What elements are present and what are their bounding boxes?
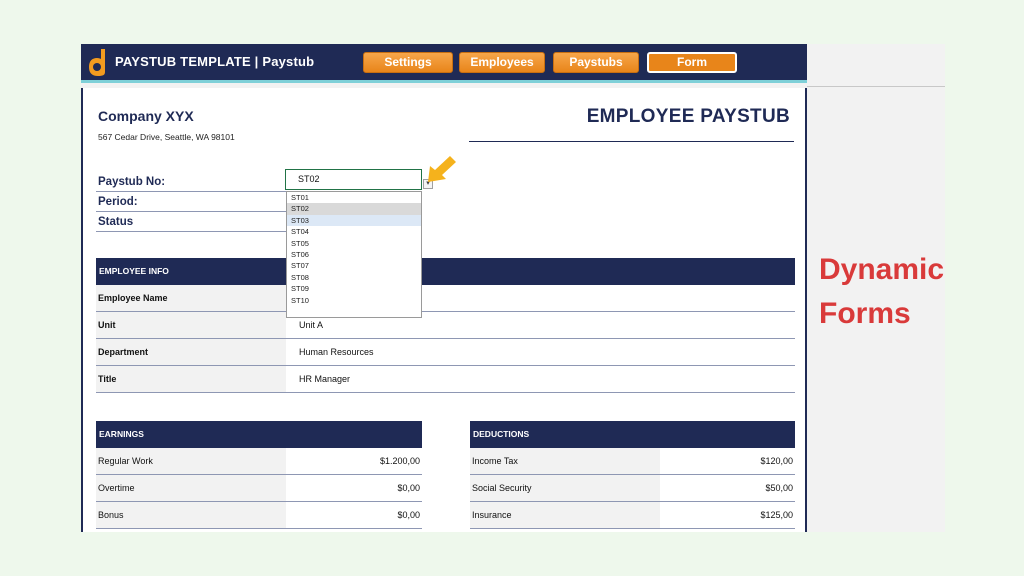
dropdown-option[interactable]: ST10: [287, 295, 421, 306]
row-label: Overtime: [96, 475, 286, 501]
divider: [807, 86, 945, 87]
table-row: Overtime $0,00: [96, 475, 422, 502]
table-row: Social Security $50,00: [470, 475, 795, 502]
title-underline: [469, 141, 794, 142]
form-button[interactable]: Form: [647, 52, 737, 73]
employees-button[interactable]: Employees: [459, 52, 545, 73]
paystub-no-input[interactable]: ST02: [285, 169, 422, 190]
dropdown-option[interactable]: ST07: [287, 260, 421, 271]
settings-button[interactable]: Settings: [363, 52, 453, 73]
table-row: Bonus $0,00: [96, 502, 422, 529]
table-row: Employee Name: [96, 285, 795, 312]
paystubs-button[interactable]: Paystubs: [553, 52, 639, 73]
paystub-form: Company XYX 567 Cedar Drive, Seattle, WA…: [81, 88, 807, 532]
logo-icon: [89, 49, 105, 76]
row-label: Income Tax: [470, 448, 660, 474]
document-title: EMPLOYEE PAYSTUB: [586, 106, 790, 127]
table-row: Insurance $125,00: [470, 502, 795, 529]
dropdown-option[interactable]: ST05: [287, 238, 421, 249]
paystub-no-label: Paystub No:: [98, 176, 166, 188]
period-label: Period:: [98, 196, 138, 208]
row-value[interactable]: Human Resources: [299, 339, 374, 365]
app-title: PAYSTUB TEMPLATE | Paystub: [115, 54, 315, 69]
row-value[interactable]: $120,00: [760, 448, 793, 474]
dropdown-option[interactable]: ST02: [287, 203, 421, 215]
row-value[interactable]: $1.200,00: [380, 448, 420, 474]
company-name: Company XYX: [98, 108, 194, 124]
header-accent-line: [81, 80, 807, 83]
spreadsheet-area: PAYSTUB TEMPLATE | Paystub Settings Empl…: [81, 44, 945, 532]
dropdown-option[interactable]: ST03: [287, 214, 421, 227]
paystub-dropdown-list[interactable]: ST01 ST02 ST03 ST04 ST05 ST06 ST07 ST08 …: [286, 191, 422, 318]
dropdown-option[interactable]: ST09: [287, 283, 421, 294]
dropdown-option[interactable]: ST04: [287, 226, 421, 237]
arrow-pointer-icon: [428, 156, 456, 182]
table-row: Regular Work $1.200,00: [96, 448, 422, 475]
row-value[interactable]: $0,00: [397, 502, 420, 528]
side-caption-line: Dynamic: [819, 253, 945, 286]
row-value[interactable]: $50,00: [765, 475, 793, 501]
row-label: Insurance: [470, 502, 660, 528]
side-caption-line: Forms: [819, 297, 911, 330]
table-row: Title HR Manager: [96, 366, 795, 393]
status-label: Status: [98, 216, 134, 228]
row-label: Social Security: [470, 475, 660, 501]
company-address: 567 Cedar Drive, Seattle, WA 98101: [98, 132, 235, 142]
table-row: Unit Unit A: [96, 312, 795, 339]
row-label: Department: [96, 339, 286, 365]
row-label: Title: [96, 366, 286, 392]
row-label: Regular Work: [96, 448, 286, 474]
row-label: Unit: [96, 312, 286, 338]
side-caption: Dynamic Forms: [819, 248, 944, 336]
row-label: Employee Name: [96, 285, 286, 311]
table-row: Department Human Resources: [96, 339, 795, 366]
row-value[interactable]: HR Manager: [299, 366, 350, 392]
deductions-heading: DEDUCTIONS: [470, 421, 795, 448]
employee-info-heading: EMPLOYEE INFO: [96, 258, 795, 285]
dropdown-option[interactable]: ST08: [287, 272, 421, 283]
row-value[interactable]: $125,00: [760, 502, 793, 528]
earnings-heading: EARNINGS: [96, 421, 422, 448]
table-row: Income Tax $120,00: [470, 448, 795, 475]
row-label: Bonus: [96, 502, 286, 528]
dropdown-option[interactable]: ST06: [287, 249, 421, 260]
app-header: PAYSTUB TEMPLATE | Paystub Settings Empl…: [81, 44, 807, 80]
dropdown-option[interactable]: ST01: [287, 192, 421, 203]
row-value[interactable]: $0,00: [397, 475, 420, 501]
